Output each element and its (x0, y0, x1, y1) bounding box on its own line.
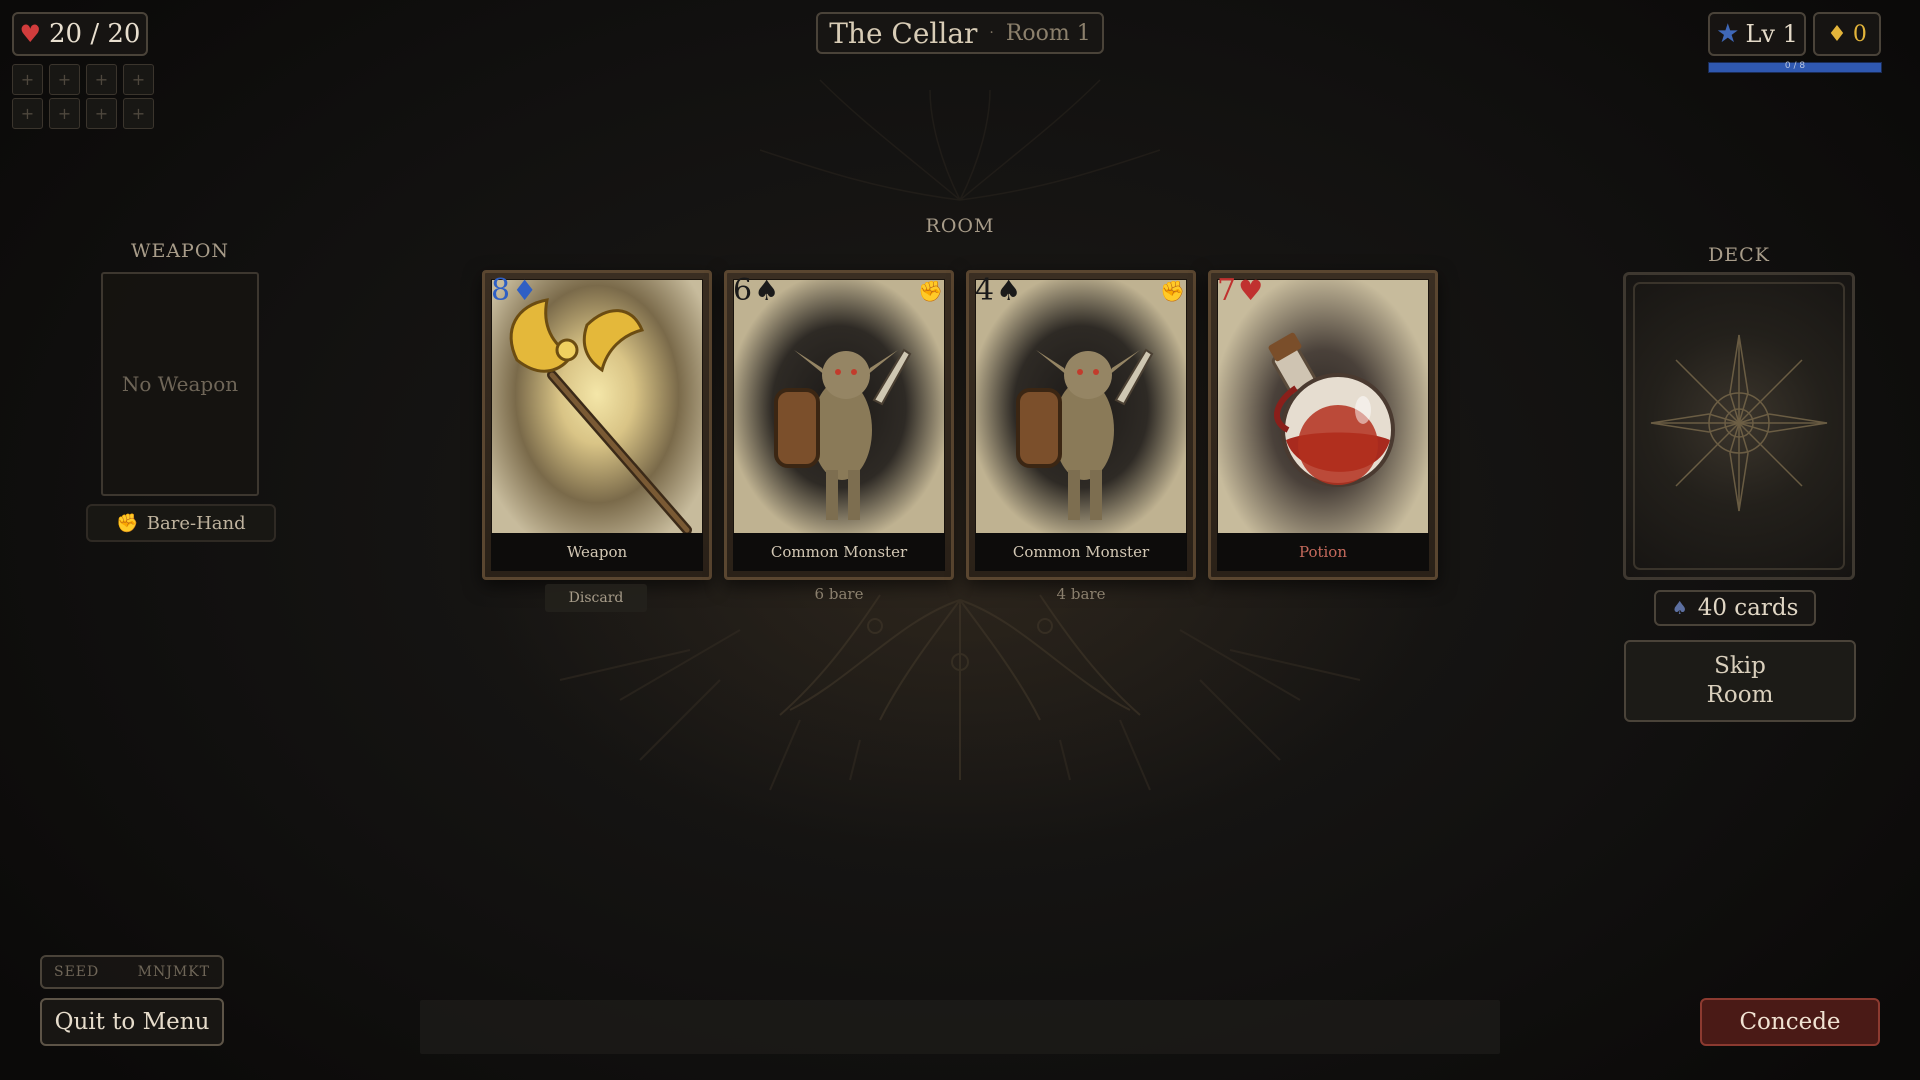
card-caption: Potion (1217, 533, 1429, 571)
star-icon: ★ (1716, 19, 1740, 49)
card-rank-value: 7 (1217, 273, 1237, 308)
spade-suit-icon: ♠ (754, 274, 780, 307)
weapon-slot[interactable]: No Weapon (101, 272, 259, 496)
dungeon-name: The Cellar (829, 16, 978, 50)
level-badge: ★ Lv 1 (1708, 12, 1806, 56)
spade-suit-icon: ♠ (996, 274, 1022, 307)
xp-bar: 0 / 8 (1708, 61, 1882, 73)
card-rank: 6 ♠ (733, 273, 779, 308)
room-number: Room 1 (1005, 20, 1091, 46)
card-rank-value: 4 (975, 273, 995, 308)
heart-icon: ♥ (19, 20, 42, 48)
buff-slot[interactable]: + (123, 98, 154, 129)
deck-count: ♠ 40 cards (1654, 590, 1816, 626)
message-log (420, 1000, 1500, 1054)
deck-count-text: 40 cards (1697, 595, 1799, 621)
skip-room-button[interactable]: Skip Room (1624, 640, 1856, 722)
deck-label: DECK (1708, 244, 1770, 266)
card-caption: Common Monster (733, 533, 945, 571)
concede-button[interactable]: Concede (1700, 998, 1880, 1046)
buff-slot[interactable]: + (12, 98, 43, 129)
monster-note: 6 bare (814, 585, 864, 603)
room-label: ROOM (925, 215, 995, 237)
hp-value: 20 / 20 (49, 19, 141, 49)
room-card-monster-4[interactable]: 4 ♠ ✊ Common Monster (966, 270, 1196, 580)
fist-icon: ✊ (918, 279, 943, 303)
gold-badge: ♦ 0 (1813, 12, 1881, 56)
golden-axe-art (491, 279, 703, 535)
diamond-icon: ♦ (1827, 21, 1847, 47)
card-rank-value: 6 (733, 273, 753, 308)
card-rank: 8 ♦ (491, 273, 537, 308)
goblin-art (975, 279, 1187, 535)
card-caption: Weapon (491, 533, 703, 571)
room-card-weapon[interactable]: 8 ♦ Weapon (482, 270, 712, 580)
no-weapon-text: No Weapon (121, 372, 239, 396)
buff-slots-row-1: + + + + (12, 64, 154, 95)
heart-suit-icon: ♥ (1238, 274, 1264, 307)
bare-hand-label: Bare-Hand (146, 512, 246, 534)
separator: · (989, 25, 994, 41)
potion-art (1217, 279, 1429, 535)
level-value: Lv 1 (1745, 20, 1798, 48)
quit-to-menu-button[interactable]: Quit to Menu (40, 998, 224, 1046)
spade-icon: ♠ (1671, 597, 1688, 619)
card-caption: Common Monster (975, 533, 1187, 571)
buff-slot[interactable]: + (86, 98, 117, 129)
fist-icon: ✊ (116, 512, 139, 534)
diamond-suit-icon: ♦ (512, 274, 538, 307)
buff-slot[interactable]: + (49, 64, 80, 95)
buff-slot[interactable]: + (12, 64, 43, 95)
goblin-art (733, 279, 945, 535)
buff-slot[interactable]: + (49, 98, 80, 129)
xp-text: 0 / 8 (1784, 61, 1806, 71)
card-rank: 7 ♥ (1217, 273, 1263, 308)
buff-slots-row-2: + + + + (12, 98, 154, 129)
card-rank: 4 ♠ (975, 273, 1021, 308)
room-card-monster-6[interactable]: 6 ♠ ✊ Common Monster (724, 270, 954, 580)
deck-pile[interactable] (1623, 272, 1855, 580)
buff-slot[interactable]: + (123, 64, 154, 95)
deck-ornament (1633, 282, 1845, 570)
seed-label: SEED (54, 964, 100, 980)
card-rank-value: 8 (491, 273, 511, 308)
buff-slot[interactable]: + (86, 64, 117, 95)
room-card-potion[interactable]: 7 ♥ Potion (1208, 270, 1438, 580)
discard-button[interactable]: Discard (545, 584, 647, 612)
gold-value: 0 (1852, 21, 1867, 47)
monster-note: 4 bare (1056, 585, 1106, 603)
seed-display: SEED MNJMKT (40, 955, 224, 989)
hp-display: ♥ 20 / 20 (12, 12, 148, 56)
location-header: The Cellar · Room 1 (816, 12, 1104, 54)
weapon-label: WEAPON (130, 240, 230, 262)
fist-icon: ✊ (1160, 279, 1185, 303)
bare-hand-indicator: ✊ Bare-Hand (86, 504, 276, 542)
seed-value: MNJMKT (137, 964, 210, 980)
